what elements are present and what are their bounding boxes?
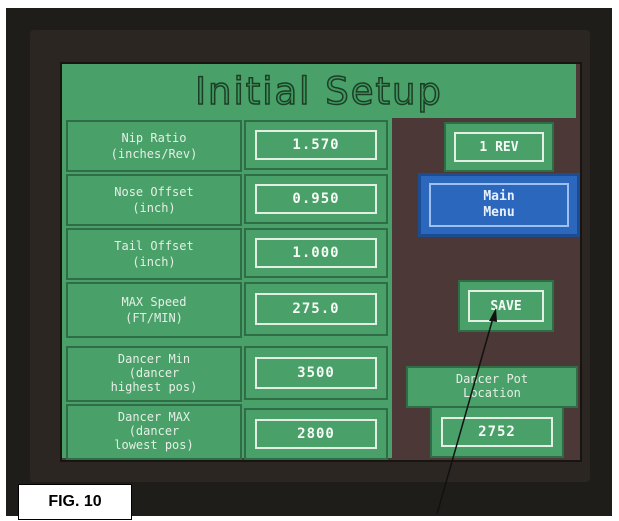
arrow-head: [489, 308, 497, 322]
arrow-line: [436, 317, 494, 515]
annotation-arrow: [436, 308, 497, 515]
figure-label: FIG. 10: [18, 484, 132, 520]
